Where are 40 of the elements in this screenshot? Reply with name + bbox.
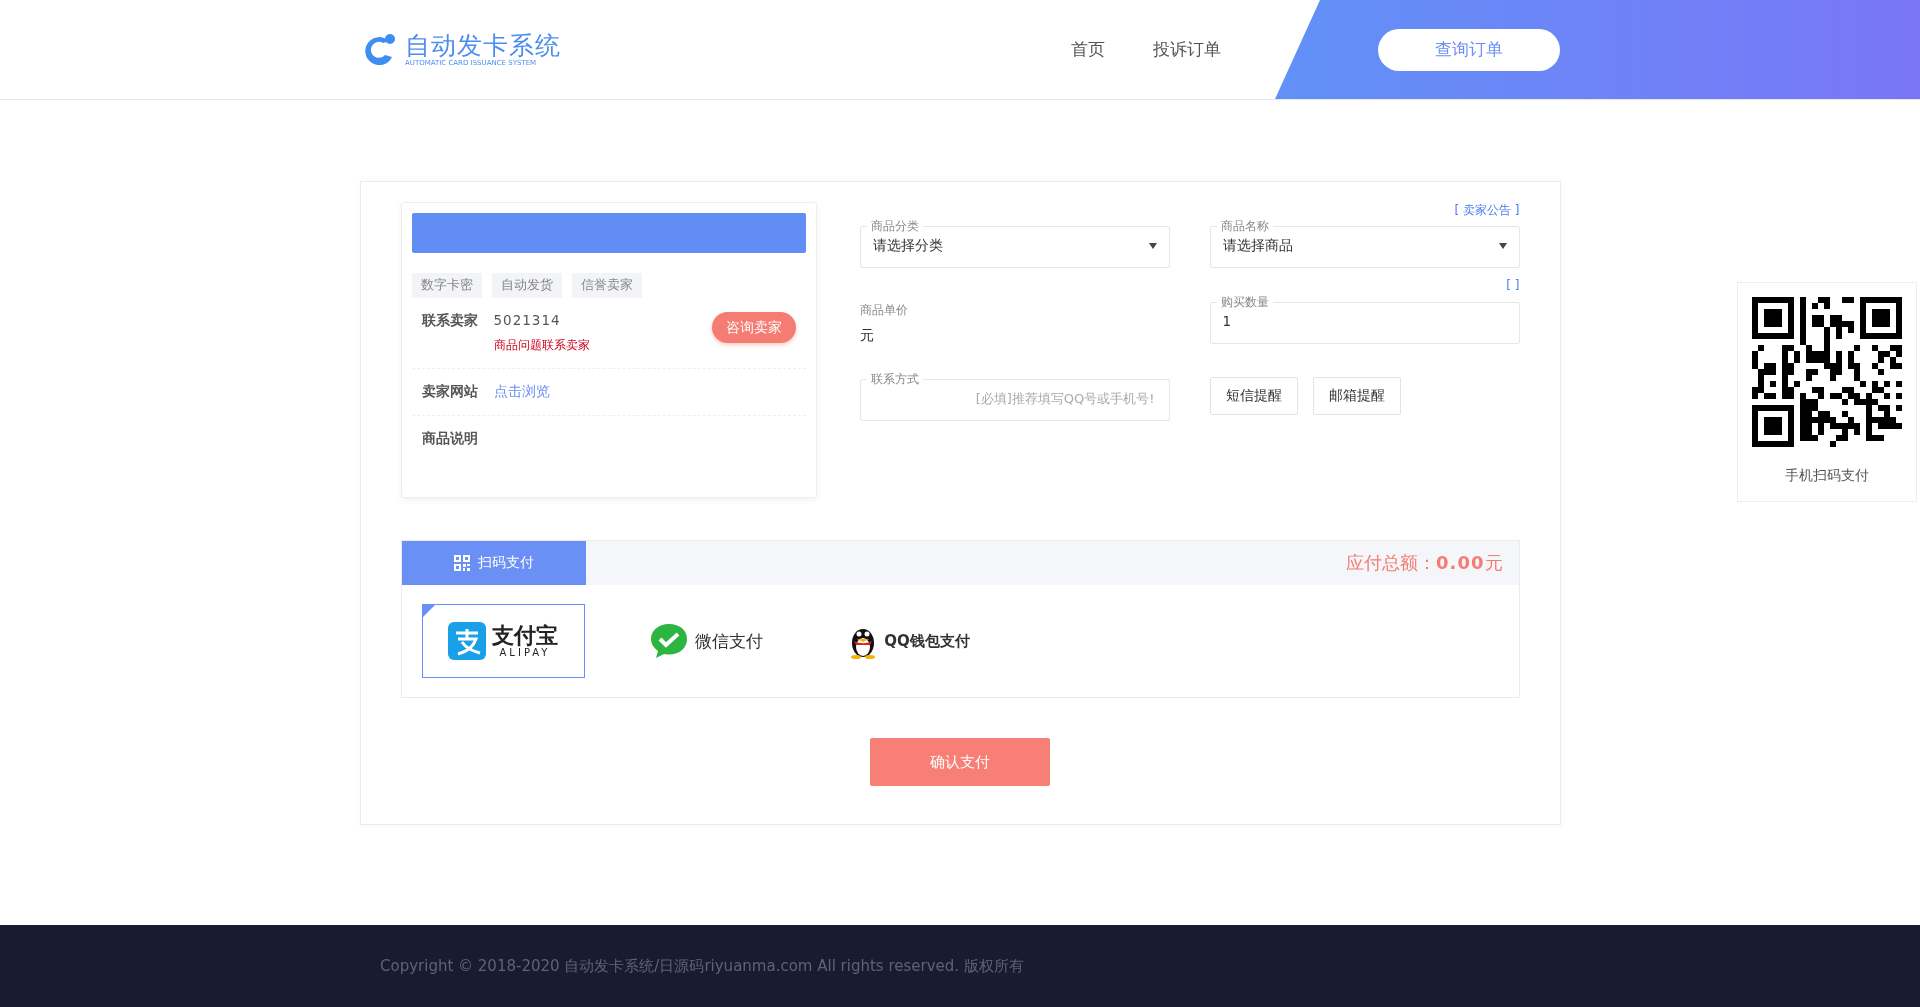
tag: 信誉卖家 [571,273,642,298]
contact-note: 商品问题联系卖家 [493,337,590,354]
product-select[interactable]: 商品名称 请选择商品 [1209,218,1520,268]
reminder-button[interactable]: 短信提醒 [1209,377,1298,415]
row-label: 联系卖家 [421,312,479,330]
payment-method[interactable]: 支付宝 ALIPAY [421,604,585,678]
caret-icon [1498,243,1507,249]
caret-icon [1148,243,1157,249]
field-label: 商品名称 [1219,218,1270,235]
contact-input[interactable]: [必填]推荐填写QQ号或手机号! [872,390,1157,407]
field-label: 联系方式 [869,371,920,388]
field-label: 商品单价 [859,302,909,319]
notice-link[interactable]: [ 卖家公告 ] [1454,202,1520,218]
copyright-text: Copyright © 2018-2020 自动发卡系统/日源码riyuanma.com All rights reserved. 版权所有 [380,956,1024,976]
selected-corner-icon [422,605,435,617]
tag: 自动发货 [491,273,562,298]
reminder-button[interactable]: 邮箱提醒 [1312,377,1401,415]
alipay-logo-icon [448,622,486,660]
qr-caption: 手机扫码支付 [1785,467,1869,485]
method-name: QQ钱包支付 [884,631,970,651]
logo-title: 自动发卡系统 [405,31,561,60]
chat-check-icon [649,622,689,660]
tag: 数字卡密 [411,273,482,298]
bracket-link[interactable]: [ ] [1506,278,1520,294]
category-select[interactable]: 商品分类 请选择分类 [859,218,1170,268]
method-name: 支付宝 [492,624,558,647]
method-subname: ALIPAY [499,646,551,658]
method-name: 微信支付 [695,629,763,653]
nav-link[interactable]: 投诉订单 [1153,38,1221,61]
row-label: 卖家网站 [421,383,479,401]
total-amount: 应付总额：0.00元 [1346,551,1503,575]
row-label: 商品说明 [421,430,479,448]
quantity-field[interactable]: 购买数量 1 [1209,294,1520,344]
field-label: 商品分类 [869,218,920,235]
contact-value: 5021314 [493,312,562,328]
price-value: 元 [859,327,875,345]
qr-code-icon [453,555,470,571]
contact-field[interactable]: 联系方式 [必填]推荐填写QQ号或手机号! [859,371,1170,421]
field-label: 购买数量 [1219,294,1270,311]
nav-link[interactable]: 首页 [1071,38,1105,61]
